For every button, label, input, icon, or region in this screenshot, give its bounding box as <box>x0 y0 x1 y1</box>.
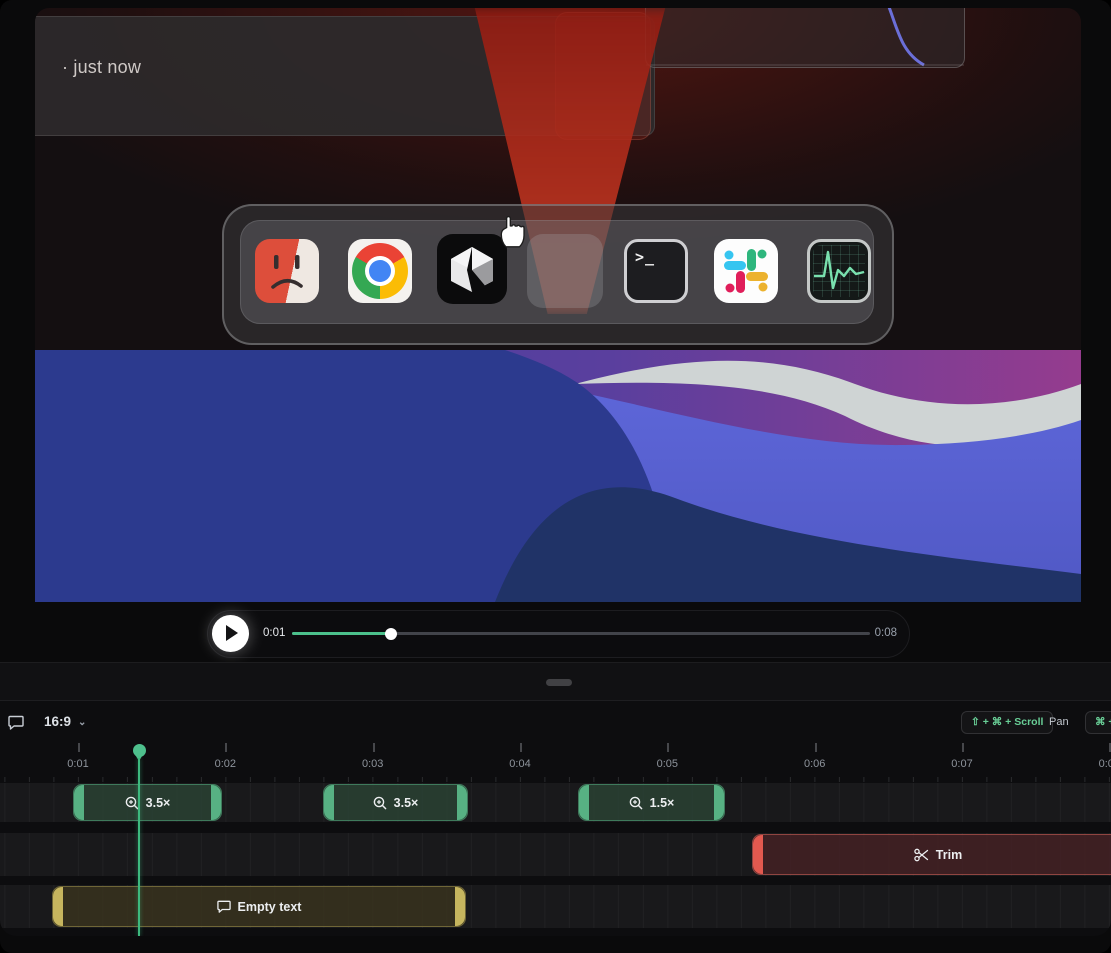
text-segment[interactable]: Empty text <box>52 886 466 927</box>
zoom-segment-3[interactable]: 1.5× <box>578 784 725 821</box>
scissors-icon <box>914 848 928 861</box>
blue-curve-graph <box>646 8 964 67</box>
chrome-app-icon[interactable] <box>348 239 412 303</box>
segment-right-handle[interactable] <box>455 887 465 926</box>
zoom-shortcut-button[interactable]: ⌘ + <box>1085 711 1111 734</box>
seek-progress <box>292 632 390 635</box>
chevron-down-icon: ⌄ <box>78 717 87 728</box>
aspect-ratio-dropdown[interactable]: 16:9 ⌄ <box>44 714 86 729</box>
segment-left-handle[interactable] <box>53 887 63 926</box>
time-ruler[interactable]: 0:01 0:02 0:03 0:04 0:05 0:06 0:07 0:08 <box>0 743 1111 782</box>
pan-label: Pan <box>1049 716 1069 728</box>
wallpaper-waves <box>35 350 1081 602</box>
text-segment-label: Empty text <box>237 899 302 914</box>
segment-left-handle[interactable] <box>74 785 84 820</box>
zoom-track: 3.5× 3.5× 1.5× <box>0 783 1111 822</box>
terminal-app-icon[interactable]: >_ <box>624 239 688 303</box>
segment-right-handle[interactable] <box>714 785 724 820</box>
terminal-glyph: >_ <box>635 248 656 266</box>
sad-face-app-icon[interactable] <box>255 239 319 303</box>
timestamp-note: · just now <box>62 57 142 77</box>
dock: >_ <box>222 204 894 345</box>
play-icon <box>226 625 238 641</box>
zoom-in-icon <box>373 796 387 809</box>
comment-icon[interactable] <box>8 715 24 730</box>
preview-stage: · just now >_ <box>0 0 1111 602</box>
chrome-center <box>369 260 391 282</box>
recorded-window-top-right <box>645 8 965 68</box>
bottom-background <box>0 935 1111 953</box>
ruler-minor-ticks <box>0 777 1111 782</box>
segment-right-handle[interactable] <box>211 785 221 820</box>
segment-left-handle[interactable] <box>579 785 589 820</box>
zoom-amount-label: 3.5× <box>145 795 171 810</box>
seek-handle[interactable] <box>385 627 397 640</box>
timeline-toolbar: 16:9 ⌄ ⇧ + ⌘ + Scroll Pan ⌘ + <box>0 701 1111 743</box>
trim-segment[interactable]: Trim <box>752 834 1111 875</box>
zoom-segment-2[interactable]: 3.5× <box>323 784 468 821</box>
resize-handle[interactable] <box>546 679 572 686</box>
text-track: Empty text <box>0 885 1111 928</box>
timeline-panel: 16:9 ⌄ ⇧ + ⌘ + Scroll Pan ⌘ + 0:01 0:02 0… <box>0 700 1111 936</box>
zoom-segment-1[interactable]: 3.5× <box>73 784 222 821</box>
play-button[interactable] <box>212 615 249 652</box>
player-controls-row: 0:01 0:08 <box>0 602 1111 662</box>
player-pill: 0:01 0:08 <box>207 610 910 658</box>
ecg-line <box>814 250 865 290</box>
app-window: · just now >_ 0:01 0:08 16:9 ⌄ ⇧ + ⌘ + S… <box>0 0 1111 953</box>
hand-cursor-icon <box>500 215 525 248</box>
activity-monitor-app-icon[interactable] <box>807 239 871 303</box>
dock-drop-slot <box>527 234 603 308</box>
segment-left-handle[interactable] <box>753 835 763 874</box>
text-bubble-icon <box>216 900 231 913</box>
zoom-amount-label: 1.5× <box>649 795 675 810</box>
slack-app-icon[interactable] <box>714 239 778 303</box>
segment-right-handle[interactable] <box>457 785 467 820</box>
trim-track: Trim <box>0 833 1111 876</box>
zoom-in-icon <box>125 796 139 809</box>
playhead-line <box>138 758 140 936</box>
zoom-in-icon <box>629 796 643 809</box>
total-duration: 0:08 <box>874 627 897 639</box>
video-preview[interactable]: · just now >_ <box>35 8 1081 602</box>
current-time: 0:01 <box>263 627 286 639</box>
seek-bar[interactable] <box>292 627 870 640</box>
segment-left-handle[interactable] <box>324 785 334 820</box>
pan-shortcut-button[interactable]: ⇧ + ⌘ + Scroll <box>961 711 1054 734</box>
zoom-amount-label: 3.5× <box>393 795 419 810</box>
aspect-ratio-value: 16:9 <box>44 714 72 729</box>
trim-label: Trim <box>935 847 963 862</box>
panel-divider-strip <box>0 662 1111 701</box>
